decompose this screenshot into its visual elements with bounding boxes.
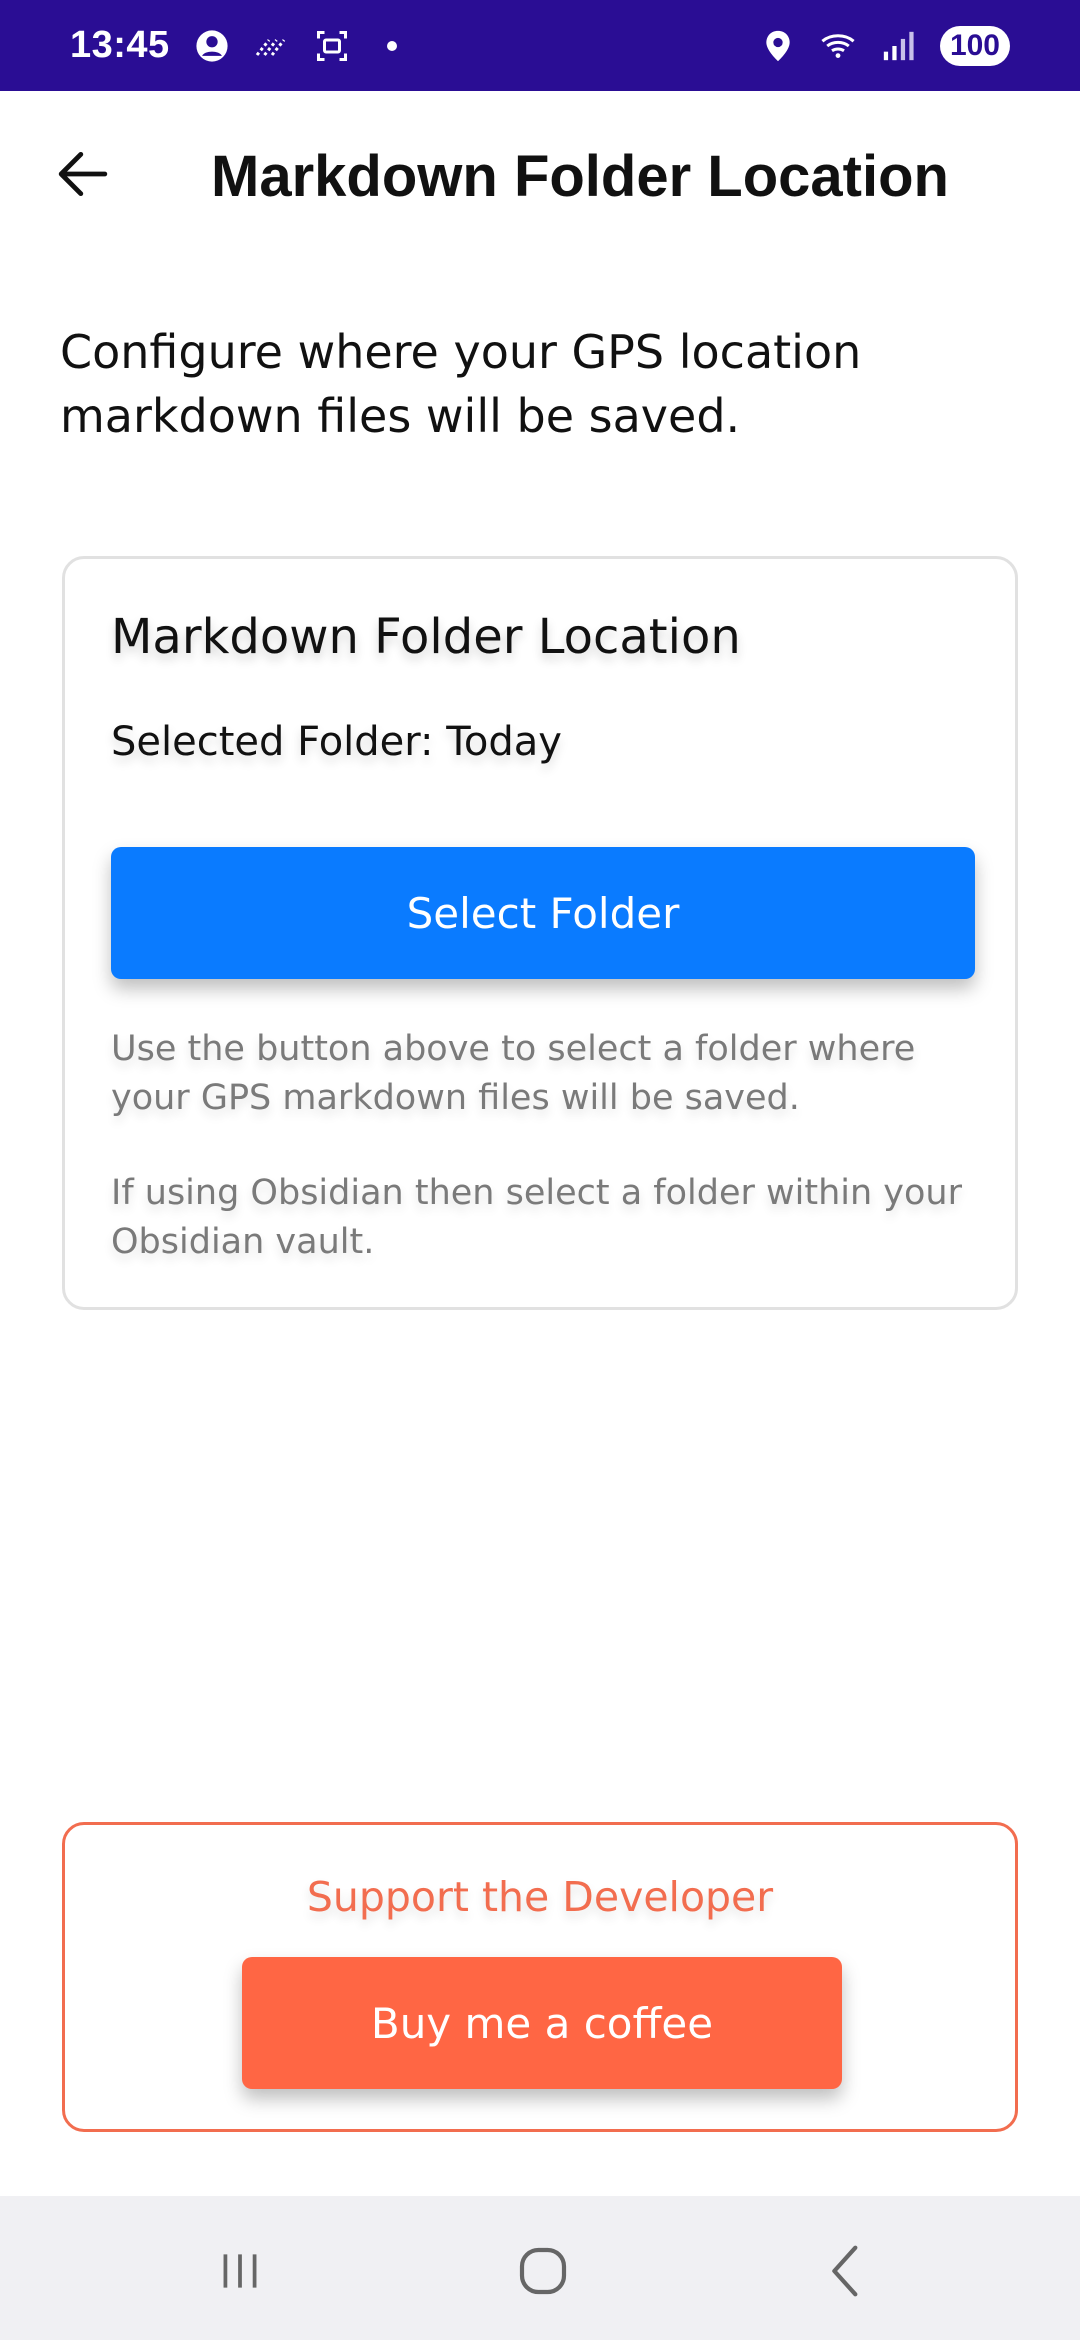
card-title: Markdown Folder Location [111,609,741,665]
page-description: Configure where your GPS location markdo… [60,325,862,443]
signal-icon [880,28,916,64]
buy-coffee-button[interactable]: Buy me a coffee [242,1957,842,2089]
recents-icon [223,2254,257,2288]
dot-icon [374,28,410,64]
home-icon [519,2247,567,2295]
nav-back-button[interactable] [806,2236,886,2306]
recents-button[interactable] [200,2236,280,2306]
screenshot-icon [314,28,350,64]
wifi-icon [820,28,856,64]
location-icon [760,28,796,64]
wifi-calling-icon [254,28,290,64]
selected-folder-text: Selected Folder: Today [111,719,562,765]
status-time: 13:45 [70,24,170,66]
selected-folder-value: Today [446,719,562,765]
app-header: Markdown Folder Location [0,91,1080,261]
status-left: 13:45 [70,24,410,67]
status-bar: 13:45 100 [0,0,1080,91]
select-folder-button[interactable]: Select Folder [111,847,975,979]
home-button[interactable] [503,2236,583,2306]
help-text-obsidian: If using Obsidian then select a folder w… [111,1173,963,1262]
folder-location-card: Markdown Folder Location Selected Folder… [62,556,1018,1310]
back-icon [832,2245,858,2297]
selected-folder-label: Selected Folder: [111,719,434,765]
support-card: Support the Developer Buy me a coffee [62,1822,1018,2132]
support-title: Support the Developer [306,1873,774,1921]
account-circle-icon [194,28,230,64]
system-nav-bar [0,2196,1080,2340]
status-right: 100 [760,25,1010,66]
help-text-select: Use the button above to select a folder … [111,1029,916,1118]
battery-indicator: 100 [939,25,1010,66]
page-title: Markdown Folder Location [211,144,949,209]
